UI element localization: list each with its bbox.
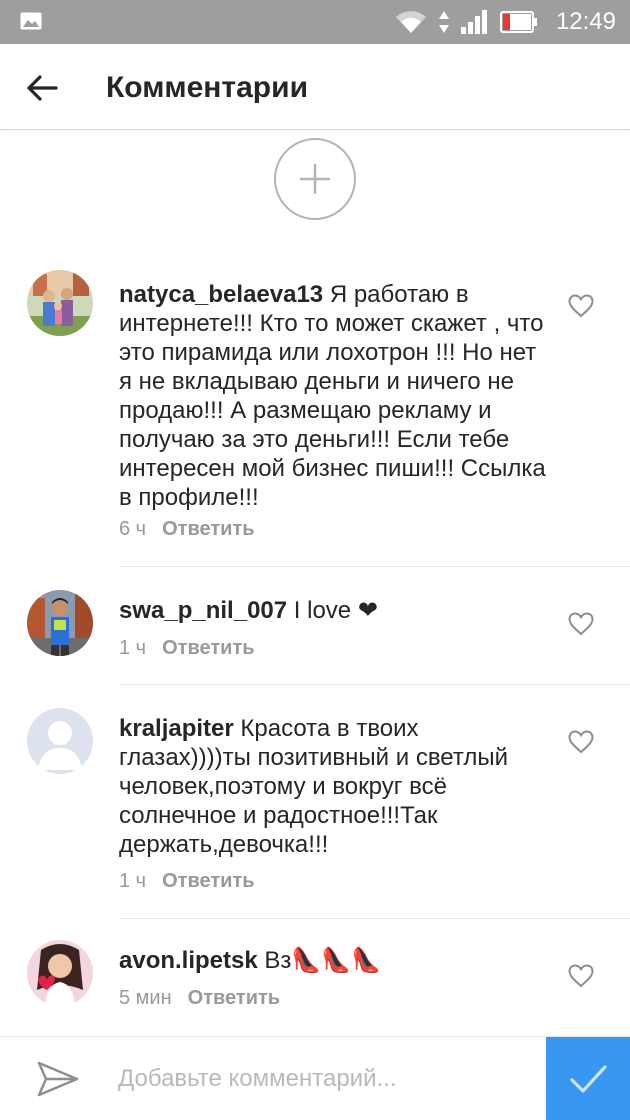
- battery-low-icon: [499, 11, 537, 33]
- comment-time: 1 ч: [119, 637, 147, 659]
- avatar[interactable]: [27, 590, 93, 656]
- comment-time: 1 ч: [119, 870, 147, 892]
- comment-body: kraljapiter Красота в твоих глазах))))ты…: [119, 714, 549, 859]
- status-bar: 12:49: [0, 0, 630, 44]
- comment-time: 5 мин: [119, 987, 172, 1009]
- comment-text: Я работаю в интернете!!! Кто то может ск…: [119, 281, 546, 511]
- comment-body: natyca_belaeva13 Я работаю в интернете!!…: [119, 280, 549, 512]
- comment-meta: 6 ч Ответить: [119, 518, 255, 541]
- comment-body: swa_p_nil_007 I love ❤: [119, 596, 549, 625]
- checkmark-icon: [570, 1065, 607, 1093]
- divider: [119, 918, 630, 919]
- data-arrows-icon: [438, 11, 449, 33]
- reply-button[interactable]: Ответить: [162, 637, 254, 659]
- comment-composer: [0, 1036, 630, 1120]
- comment-time: 6 ч: [119, 518, 147, 540]
- heart-icon[interactable]: [568, 964, 594, 988]
- comment-text: Вз👠👠👠: [264, 947, 382, 974]
- avatar[interactable]: [27, 940, 93, 1006]
- post-button[interactable]: [546, 1037, 630, 1120]
- reply-button[interactable]: Ответить: [162, 518, 254, 540]
- comment-username[interactable]: natyca_belaeva13: [119, 281, 323, 308]
- comment-username[interactable]: kraljapiter: [119, 715, 234, 742]
- heart-icon[interactable]: [568, 730, 594, 754]
- status-time: 12:49: [555, 8, 616, 35]
- comment-text: I love ❤: [293, 597, 378, 624]
- load-more-button[interactable]: [274, 138, 356, 220]
- wifi-icon: [395, 11, 426, 33]
- reply-button[interactable]: Ответить: [188, 987, 280, 1009]
- status-icons: 12:49: [394, 0, 616, 44]
- comment-username[interactable]: avon.lipetsk: [119, 947, 258, 974]
- signal-icon: [460, 10, 487, 34]
- paper-plane-icon[interactable]: [36, 1059, 80, 1099]
- header: Комментарии: [0, 44, 630, 130]
- comment-meta: 5 мин Ответить: [119, 987, 280, 1010]
- heart-icon[interactable]: [568, 294, 594, 318]
- comment-body: avon.lipetsk Вз👠👠👠: [119, 946, 549, 975]
- page-title: Комментарии: [106, 71, 309, 104]
- avatar[interactable]: [27, 708, 93, 774]
- avatar[interactable]: [27, 270, 93, 336]
- comment-username[interactable]: swa_p_nil_007: [119, 597, 287, 624]
- arrow-left-icon[interactable]: [22, 68, 62, 108]
- gallery-icon: [20, 12, 42, 30]
- plus-icon: [299, 163, 331, 195]
- divider: [119, 566, 630, 567]
- heart-icon[interactable]: [568, 612, 594, 636]
- divider: [119, 684, 630, 685]
- comment-meta: 1 ч Ответить: [119, 637, 255, 660]
- comment-meta: 1 ч Ответить: [119, 870, 255, 893]
- comment-input[interactable]: [118, 1057, 528, 1101]
- reply-button[interactable]: Ответить: [162, 870, 254, 892]
